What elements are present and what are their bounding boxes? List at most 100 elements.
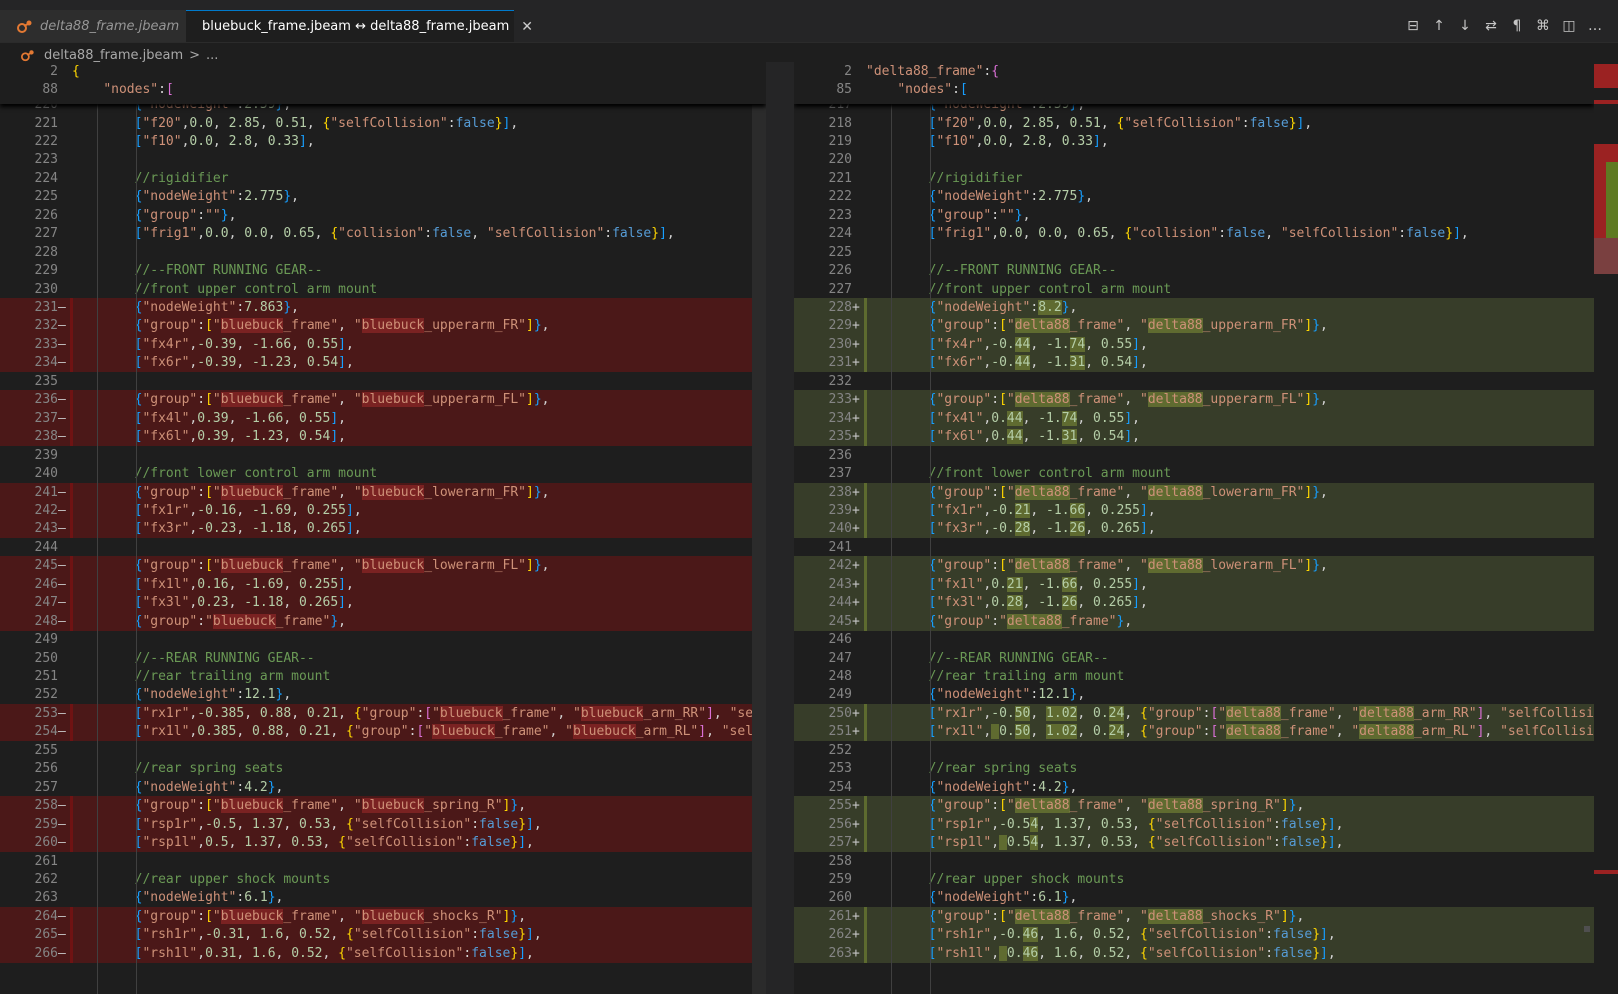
inserted-line[interactable]: 242 + {"group":["delta88_frame", "delta88… [794,556,1594,576]
code-line[interactable]: 237 //front lower control arm mount [794,464,1594,483]
code-line[interactable]: 225 {"nodeWeight":2.775}, [0,187,766,206]
code-line[interactable]: 221 //rigidifier [794,169,1594,188]
modified-editor-pane[interactable]: 2 "delta88_frame":{85 "nodes":[ 217 {"nod… [794,62,1594,994]
code-line[interactable]: 255 [0,741,766,760]
inserted-line[interactable]: 245 + {"group":"delta88_frame"}, [794,611,1594,631]
code-line[interactable]: 249 {"nodeWeight":12.1}, [794,685,1594,704]
code-line[interactable]: 253 //rear spring seats [794,759,1594,778]
deleted-line[interactable]: 241— {"group":["bluebuck_frame", "bluebu… [0,482,766,502]
deleted-line[interactable]: 236— {"group":["bluebuck_frame", "bluebu… [0,390,766,410]
deleted-line[interactable]: 243— ["fx3r",-0.23, -1.18, 0.265], [0,519,766,539]
code-line[interactable]: 261 [0,852,766,871]
inserted-line[interactable]: 255 + {"group":["delta88_frame", "delta88… [794,796,1594,816]
original-editor-pane[interactable]: 2{88 "nodes":[ 220 {"nodeWeight":2.59}, 2… [0,62,766,994]
code-line[interactable]: 220 {"nodeWeight":2.59}, [0,104,766,114]
code-line[interactable]: 224 ["frig1",0.0, 0.0, 0.65, {"collision… [794,224,1594,243]
inserted-line[interactable]: 228 + {"nodeWeight":8.2}, [794,298,1594,317]
code-line[interactable]: 224 //rigidifier [0,169,766,188]
code-line[interactable]: 226 {"group":""}, [0,206,766,225]
inserted-line[interactable]: 257 + ["rsp1l", 0.54, 1.37, 0.53, {"selfC… [794,833,1594,853]
code-line[interactable]: 239 [0,446,766,465]
code-line[interactable]: 232 [794,372,1594,391]
swap-icon[interactable]: ⇄ [1478,15,1504,37]
deleted-line[interactable]: 233— ["fx4r",-0.39, -1.66, 0.55], [0,334,766,354]
code-line[interactable]: 262 //rear upper shock mounts [0,870,766,889]
inserted-line[interactable]: 261 + {"group":["delta88_frame", "delta88… [794,906,1594,926]
left-overview-ruler[interactable] [752,62,766,994]
code-line[interactable]: 254 {"nodeWeight":4.2}, [794,778,1594,797]
deleted-line[interactable]: 247— ["fx3l",0.23, -1.18, 0.265], [0,593,766,613]
code-line[interactable]: 223 {"group":""}, [794,206,1594,225]
close-icon[interactable]: ✕ [521,19,533,35]
deleted-line[interactable]: 253— ["rx1r",-0.385, 0.88, 0.21, {"group… [0,703,766,723]
code-line[interactable]: 251 //rear trailing arm mount [0,667,766,686]
sticky-line[interactable]: 88 "nodes":[ [0,80,766,99]
deleted-line[interactable]: 259— ["rsp1r",-0.5, 1.37, 0.53, {"selfCo… [0,814,766,834]
sticky-scroll-header[interactable]: 2 "delta88_frame":{85 "nodes":[ [794,62,1594,104]
breadcrumb-file[interactable]: delta88_frame.jbeam [44,48,183,63]
code-line[interactable]: 222 {"nodeWeight":2.775}, [794,187,1594,206]
code-line[interactable]: 229 //--FRONT RUNNING GEAR-- [0,261,766,280]
inserted-line[interactable]: 229 + {"group":["delta88_frame", "delta88… [794,316,1594,336]
deleted-line[interactable]: 246— ["fx1l",0.16, -1.69, 0.255], [0,574,766,594]
code-line[interactable]: 226 //--FRONT RUNNING GEAR-- [794,261,1594,280]
deleted-line[interactable]: 258— {"group":["bluebuck_frame", "bluebu… [0,796,766,816]
code-line[interactable]: 236 [794,446,1594,465]
sticky-scroll-header[interactable]: 2{88 "nodes":[ [0,62,766,104]
code-line[interactable]: 249 [0,630,766,649]
code-line[interactable]: 263 {"nodeWeight":6.1}, [0,888,766,907]
inserted-line[interactable]: 256 + ["rsp1r",-0.54, 1.37, 0.53, {"selfC… [794,814,1594,834]
code-line[interactable]: 256 //rear spring seats [0,759,766,778]
code-line[interactable]: 244 [0,538,766,557]
code-line[interactable]: 220 [794,150,1594,169]
map-icon[interactable]: ⌘ [1530,15,1556,37]
code-line[interactable]: 240 //front lower control arm mount [0,464,766,483]
breadcrumb-symbol[interactable]: ... [206,48,218,63]
code-line[interactable]: 260 {"nodeWeight":6.1}, [794,888,1594,907]
deleted-line[interactable]: 266— ["rsh1l",0.31, 1.6, 0.52, {"selfCol… [0,943,766,963]
inserted-line[interactable]: 243 + ["fx1l",0.21, -1.66, 0.255], [794,574,1594,594]
inserted-line[interactable]: 262 + ["rsh1r",-0.46, 1.6, 0.52, {"selfCo… [794,925,1594,945]
inserted-line[interactable]: 231 + ["fx6r",-0.44, -1.31, 0.54], [794,353,1594,373]
deleted-line[interactable]: 232— {"group":["bluebuck_frame", "bluebu… [0,316,766,336]
code-line[interactable]: 241 [794,538,1594,557]
inserted-line[interactable]: 230 + ["fx4r",-0.44, -1.74, 0.55], [794,334,1594,354]
more-icon[interactable]: … [1582,15,1608,37]
code-line[interactable]: 252 {"nodeWeight":12.1}, [0,685,766,704]
deleted-line[interactable]: 254— ["rx1l",0.385, 0.88, 0.21, {"group"… [0,722,766,742]
code-line[interactable]: 227 //front upper control arm mount [794,280,1594,299]
deleted-line[interactable]: 238— ["fx6l",0.39, -1.23, 0.54], [0,427,766,447]
inserted-line[interactable]: 251 + ["rx1l", 0.50, 1.02, 0.24, {"group"… [794,722,1594,742]
code-line[interactable]: 248 //rear trailing arm mount [794,667,1594,686]
code-line[interactable]: 246 [794,630,1594,649]
code-line[interactable]: 235 [0,372,766,391]
code-lines[interactable]: 217 {"nodeWeight":2.59}, 218 ["f20",0.0, … [794,104,1594,994]
inserted-line[interactable]: 235 + ["fx6l",0.44, -1.31, 0.54], [794,427,1594,447]
deleted-line[interactable]: 264— {"group":["bluebuck_frame", "bluebu… [0,906,766,926]
code-line[interactable]: 259 //rear upper shock mounts [794,870,1594,889]
deleted-line[interactable]: 231— {"nodeWeight":7.863}, [0,298,766,317]
deleted-line[interactable]: 260— ["rsp1l",0.5, 1.37, 0.53, {"selfCol… [0,833,766,853]
inserted-line[interactable]: 244 + ["fx3l",0.28, -1.26, 0.265], [794,593,1594,613]
deleted-line[interactable]: 245— {"group":["bluebuck_frame", "bluebu… [0,556,766,576]
inserted-line[interactable]: 239 + ["fx1r",-0.21, -1.66, 0.255], [794,500,1594,520]
code-line[interactable]: 252 [794,741,1594,760]
code-line[interactable]: 219 ["f10",0.0, 2.8, 0.33], [794,132,1594,151]
code-line[interactable]: 217 {"nodeWeight":2.59}, [794,104,1594,114]
arrow-down-icon[interactable]: ↓ [1452,15,1478,37]
scroll-thumb[interactable] [1584,926,1590,932]
code-line[interactable]: 257 {"nodeWeight":4.2}, [0,778,766,797]
sticky-line[interactable]: 2{ [0,62,766,81]
inserted-line[interactable]: 233 + {"group":["delta88_frame", "delta88… [794,390,1594,410]
code-line[interactable]: 227 ["frig1",0.0, 0.0, 0.65, {"collision… [0,224,766,243]
code-line[interactable]: 222 ["f10",0.0, 2.8, 0.33], [0,132,766,151]
tab-delta88-frame[interactable]: delta88_frame.jbeam [0,10,186,42]
deleted-line[interactable]: 265— ["rsh1r",-0.31, 1.6, 0.52, {"selfCo… [0,925,766,945]
arrow-up-icon[interactable]: ↑ [1426,15,1452,37]
code-line[interactable]: 218 ["f20",0.0, 2.85, 0.51, {"selfCollis… [794,114,1594,133]
split-editor-icon[interactable]: ◫ [1556,15,1582,37]
inserted-line[interactable]: 240 + ["fx3r",-0.28, -1.26, 0.265], [794,519,1594,539]
deleted-line[interactable]: 234— ["fx6r",-0.39, -1.23, 0.54], [0,353,766,373]
code-line[interactable]: 223 [0,150,766,169]
code-line[interactable]: 225 [794,243,1594,262]
